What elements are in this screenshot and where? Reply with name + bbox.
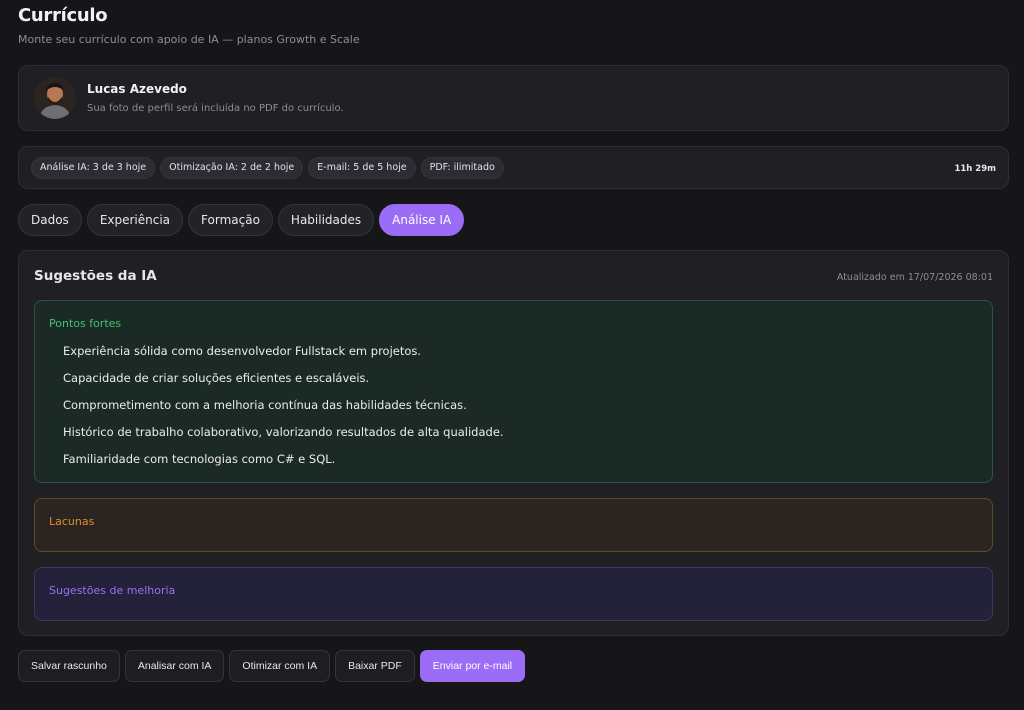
strength-item: Familiaridade com tecnologias como C# e … — [63, 452, 336, 466]
tab-formacao[interactable]: Formação — [188, 204, 273, 236]
tab-analise-ia[interactable]: Análise IA — [379, 204, 465, 236]
download-pdf-button[interactable]: Baixar PDF — [335, 650, 415, 682]
action-bar: Salvar rascunho Analisar com IA Otimizar… — [18, 650, 526, 682]
improvements-panel: Sugestões de melhoria — [34, 567, 993, 621]
improvements-title: Sugestões de melhoria — [49, 584, 176, 597]
send-email-button[interactable]: Enviar por e-mail — [419, 650, 526, 682]
quota-badge-email: E-mail: 5 de 5 hoje — [308, 157, 416, 179]
quota-reset-timer: 11h 29m — [954, 164, 996, 174]
strengths-title: Pontos fortes — [49, 317, 122, 330]
avatar-photo — [34, 77, 76, 119]
tab-dados[interactable]: Dados — [18, 204, 82, 236]
gaps-title: Lacunas — [49, 515, 95, 528]
quota-badge-pdf: PDF: ilimitado — [420, 157, 504, 179]
strengths-panel: Pontos fortes Experiência sólida como de… — [34, 300, 993, 483]
strength-item: Histórico de trabalho colaborativo, valo… — [63, 425, 504, 439]
page-title: Currículo — [18, 5, 108, 26]
last-updated-label: Atualizado em 17/07/2026 08:01 — [836, 272, 993, 283]
avatar[interactable] — [34, 77, 76, 119]
tab-experiencia[interactable]: Experiência — [86, 204, 184, 236]
tab-habilidades[interactable]: Habilidades — [277, 204, 375, 236]
usage-quota-bar: Análise IA: 3 de 3 hoje Otimização IA: 2… — [18, 146, 1009, 189]
quota-badge-ai-optimization: Otimização IA: 2 de 2 hoje — [160, 157, 304, 179]
profile-card: Lucas Azevedo Sua foto de perfil será in… — [18, 65, 1009, 131]
ai-suggestions-card: Sugestões da IA Atualizado em 17/07/2026… — [18, 250, 1009, 636]
optimize-ai-button[interactable]: Otimizar com IA — [229, 650, 331, 682]
profile-photo-hint: Sua foto de perfil será incluída no PDF … — [87, 103, 344, 114]
quota-badge-ai-analysis: Análise IA: 3 de 3 hoje — [31, 157, 156, 179]
strengths-list: Experiência sólida como desenvolvedor Fu… — [63, 344, 504, 479]
strength-item: Capacidade de criar soluções eficientes … — [63, 371, 370, 385]
analyze-ai-button[interactable]: Analisar com IA — [124, 650, 225, 682]
strength-item: Experiência sólida como desenvolvedor Fu… — [63, 344, 422, 358]
quota-badge-list: Análise IA: 3 de 3 hoje Otimização IA: 2… — [31, 157, 504, 179]
save-draft-button[interactable]: Salvar rascunho — [18, 650, 120, 682]
profile-name: Lucas Azevedo — [87, 82, 187, 96]
strength-item: Comprometimento com a melhoria contínua … — [63, 398, 467, 412]
gaps-panel: Lacunas — [34, 498, 993, 552]
resume-tabs: Dados Experiência Formação Habilidades A… — [18, 204, 465, 236]
page-subtitle: Monte seu currículo com apoio de IA — pl… — [18, 33, 360, 46]
ai-suggestions-title: Sugestões da IA — [34, 268, 157, 284]
